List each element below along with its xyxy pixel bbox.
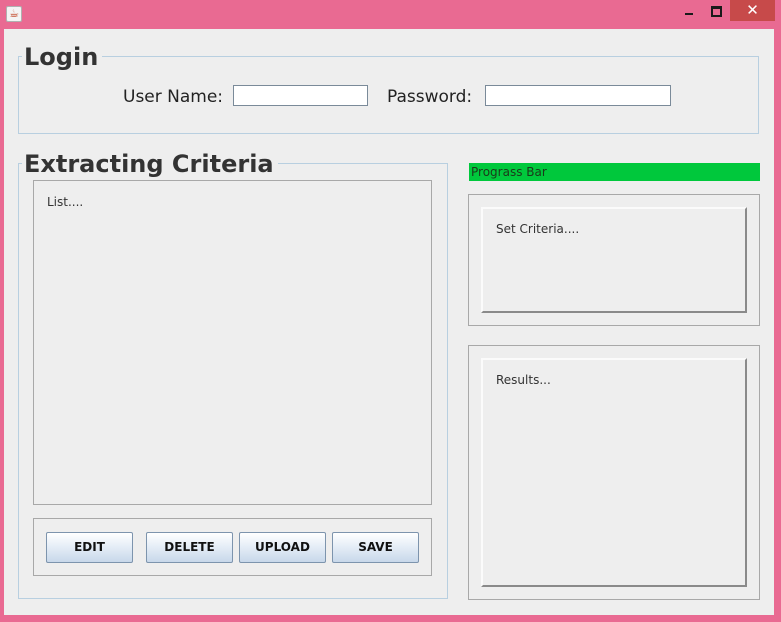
- maximize-icon[interactable]: [704, 2, 728, 22]
- title-bar[interactable]: [0, 0, 781, 29]
- close-icon[interactable]: ✕: [730, 0, 775, 21]
- username-input[interactable]: [233, 85, 368, 106]
- password-input[interactable]: [485, 85, 671, 106]
- save-button[interactable]: SAVE: [332, 532, 419, 563]
- password-label: Password:: [387, 87, 473, 107]
- list-panel: List....: [33, 180, 432, 505]
- list-placeholder-text: List....: [47, 195, 84, 209]
- java-cup-icon: ☕: [6, 6, 22, 22]
- login-title: Login: [22, 43, 103, 71]
- progress-bar: Prograss Bar: [469, 163, 760, 181]
- set-criteria-text: Set Criteria....: [496, 222, 580, 236]
- criteria-list[interactable]: List....: [34, 181, 431, 504]
- results-area[interactable]: Results...: [481, 358, 747, 587]
- edit-button[interactable]: EDIT: [46, 532, 133, 563]
- minimize-icon[interactable]: [677, 2, 701, 22]
- delete-button[interactable]: DELETE: [146, 532, 233, 563]
- results-text: Results...: [496, 373, 551, 387]
- criteria-title: Extracting Criteria: [22, 150, 278, 178]
- progress-label: Prograss Bar: [471, 165, 547, 179]
- window-frame-bottom: [0, 615, 781, 622]
- upload-button[interactable]: UPLOAD: [239, 532, 326, 563]
- set-criteria-area[interactable]: Set Criteria....: [481, 207, 747, 313]
- username-label: User Name:: [123, 87, 224, 107]
